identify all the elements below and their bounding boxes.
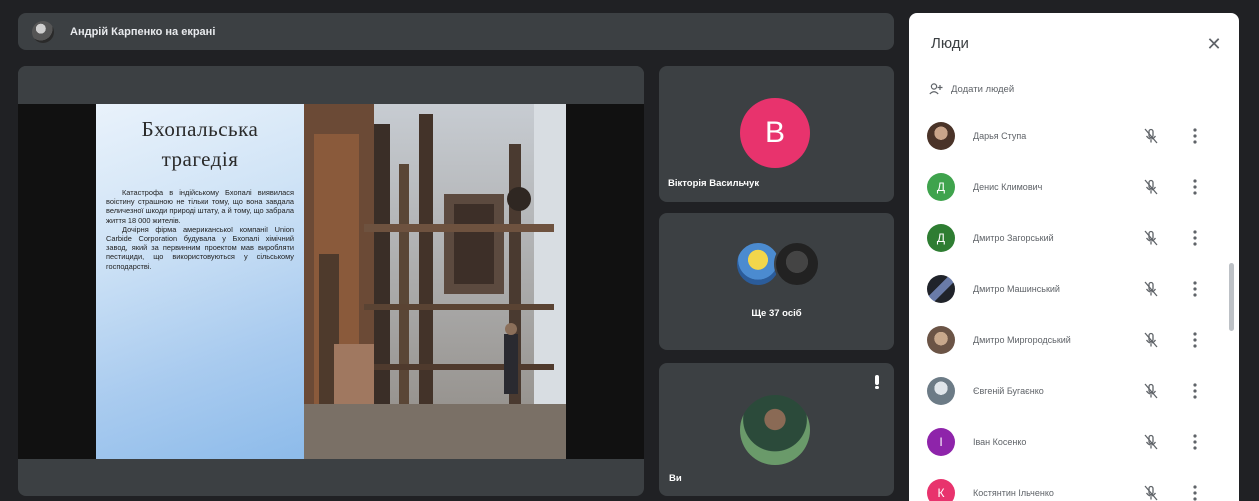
- more-options-icon[interactable]: [1189, 330, 1201, 350]
- participant-avatar: [927, 122, 955, 150]
- self-tile[interactable]: Ви: [659, 363, 894, 496]
- participant-row[interactable]: Дарья Ступа: [927, 118, 1223, 154]
- participant-name: Євгеній Бугаєнко: [973, 386, 1044, 396]
- participant-avatar: Д: [927, 173, 955, 201]
- more-options-icon[interactable]: [1189, 228, 1201, 248]
- stage-header: [18, 66, 644, 104]
- slide-text-panel: Бхопальська трагедія Катастрофа в індійс…: [96, 104, 304, 459]
- mic-off-icon[interactable]: [1142, 280, 1160, 298]
- participant-avatar: [927, 326, 955, 354]
- participant-row[interactable]: Євгеній Бугаєнко: [927, 373, 1223, 409]
- participant-initial: І: [939, 435, 943, 449]
- slide-paragraph-1: Катастрофа в індійському Бхопалі виявила…: [106, 188, 294, 225]
- add-person-icon: [929, 83, 943, 95]
- more-options-icon[interactable]: [1189, 126, 1201, 146]
- mic-off-icon[interactable]: [1142, 433, 1160, 451]
- people-panel: Люди ✕ Додати людей Дарья Ступа Д Денис Кл…: [909, 13, 1239, 501]
- mic-off-icon[interactable]: [1142, 331, 1160, 349]
- others-count-label: Ще 37 осіб: [751, 308, 802, 319]
- participant-tile-viktoria[interactable]: B Вікторія Васильчук: [659, 66, 894, 202]
- mic-off-icon[interactable]: [1142, 229, 1160, 247]
- participant-row[interactable]: К Костянтин Ільченко: [927, 475, 1223, 501]
- more-options-icon[interactable]: [1189, 279, 1201, 299]
- participant-row[interactable]: Д Денис Климович: [927, 169, 1223, 205]
- mic-off-icon[interactable]: [1142, 382, 1160, 400]
- viktoria-name: Вікторія Васильчук: [668, 178, 760, 189]
- participant-avatar: К: [927, 479, 955, 501]
- participant-avatar: [927, 377, 955, 405]
- others-avatar-2: [774, 241, 820, 287]
- participant-name: Дарья Ступа: [973, 131, 1027, 141]
- participant-name: Денис Климович: [973, 182, 1043, 192]
- presentation-slide: Бхопальська трагедія Катастрофа в індійс…: [96, 104, 566, 459]
- screen-share-tile[interactable]: Бхопальська трагедія Катастрофа в індійс…: [18, 66, 644, 496]
- participant-initial: К: [937, 486, 945, 500]
- viktoria-avatar: B: [740, 98, 810, 168]
- more-options-icon[interactable]: [1189, 177, 1201, 197]
- mic-off-icon[interactable]: [1142, 484, 1160, 501]
- presenter-text: Андрій Карпенко на екрані: [70, 25, 216, 38]
- participant-row[interactable]: І Іван Косенко: [927, 424, 1223, 460]
- presentation-area: Бхопальська трагедія Катастрофа в індійс…: [18, 104, 644, 459]
- slide-body: Катастрофа в індійському Бхопалі виявила…: [106, 188, 294, 271]
- more-options-icon[interactable]: [1189, 381, 1201, 401]
- participant-avatar: І: [927, 428, 955, 456]
- participant-initial: Д: [936, 231, 946, 245]
- participant-row[interactable]: Дмитро Машинський: [927, 271, 1223, 307]
- more-options-icon[interactable]: [1189, 483, 1201, 501]
- viktoria-initial: B: [764, 116, 785, 149]
- others-tile[interactable]: Ще 37 осіб: [659, 213, 894, 350]
- participant-name: Іван Косенко: [973, 437, 1027, 447]
- more-options-icon[interactable]: [1189, 432, 1201, 452]
- factory-photo: [304, 104, 566, 459]
- self-avatar: [740, 395, 810, 465]
- presenter-avatar: [32, 20, 54, 43]
- participant-name: Костянтин Ільченко: [973, 488, 1054, 498]
- participant-name: Дмитро Миргородський: [973, 335, 1071, 345]
- presenter-bar: Андрій Карпенко на екрані: [18, 13, 894, 50]
- add-people-label: Додати людей: [951, 83, 1015, 95]
- slide-title: Бхопальська трагедія: [141, 117, 259, 171]
- mic-off-icon[interactable]: [1142, 127, 1160, 145]
- people-panel-title: Люди: [931, 35, 969, 52]
- participant-avatar: [927, 275, 955, 303]
- participant-avatar: Д: [927, 224, 955, 252]
- slide-paragraph-2: Дочірня фірма американської компанії Uni…: [106, 224, 294, 271]
- scrollbar[interactable]: [1229, 263, 1234, 331]
- mic-off-icon[interactable]: [1142, 178, 1160, 196]
- participant-initial: Д: [936, 180, 946, 194]
- alert-icon: [875, 375, 879, 389]
- close-icon[interactable]: ✕: [1202, 32, 1226, 56]
- add-people-button[interactable]: Додати людей: [929, 83, 1014, 95]
- participant-row[interactable]: Д Дмитро Загорський: [927, 220, 1223, 256]
- participant-name: Дмитро Машинський: [973, 284, 1060, 294]
- participant-row[interactable]: Дмитро Миргородський: [927, 322, 1223, 358]
- participant-name: Дмитро Загорський: [973, 233, 1054, 243]
- self-name: Ви: [669, 473, 682, 484]
